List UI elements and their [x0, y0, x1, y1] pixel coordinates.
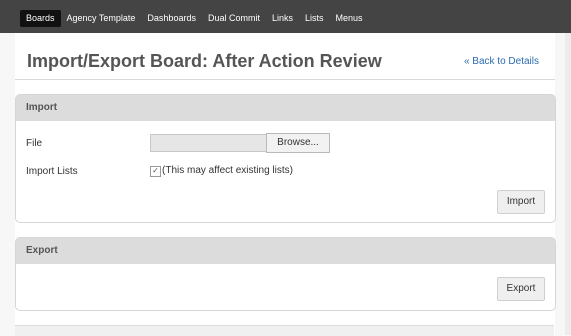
page-scrollbar[interactable] — [565, 33, 571, 335]
nav-item-dashboards[interactable]: Dashboards — [141, 10, 202, 27]
import-button[interactable]: Import — [497, 190, 545, 214]
top-navbar: Boards Agency Template Dashboards Dual C… — [0, 0, 571, 33]
export-button[interactable]: Export — [497, 277, 545, 301]
import-lists-label: Import Lists — [26, 166, 78, 177]
browse-button[interactable]: Browse... — [266, 133, 330, 153]
nav-item-boards[interactable]: Boards — [20, 10, 61, 27]
export-panel: Export Export — [15, 237, 556, 311]
page-title: Import/Export Board: After Action Review — [27, 51, 382, 71]
next-panel-edge — [15, 325, 554, 336]
nav-item-dual-commit[interactable]: Dual Commit — [202, 10, 266, 27]
export-panel-header: Export — [16, 238, 555, 264]
import-panel: Import File Browse... Import Lists ✓ (Th… — [15, 94, 556, 223]
import-panel-header: Import — [16, 95, 555, 121]
nav-item-menus[interactable]: Menus — [330, 10, 369, 27]
nav-menu: Boards Agency Template Dashboards Dual C… — [20, 10, 369, 27]
nav-item-agency-template[interactable]: Agency Template — [61, 10, 142, 27]
nav-item-lists[interactable]: Lists — [299, 10, 330, 27]
page-content: Import/Export Board: After Action Review… — [15, 33, 556, 336]
title-divider — [15, 79, 555, 80]
nav-item-links[interactable]: Links — [266, 10, 299, 27]
import-lists-checkbox-label: (This may affect existing lists) — [162, 165, 293, 176]
file-label: File — [26, 138, 43, 149]
file-input[interactable] — [150, 134, 267, 152]
back-to-details-link[interactable]: « Back to Details — [464, 56, 539, 67]
import-lists-checkbox[interactable]: ✓ — [150, 166, 161, 177]
